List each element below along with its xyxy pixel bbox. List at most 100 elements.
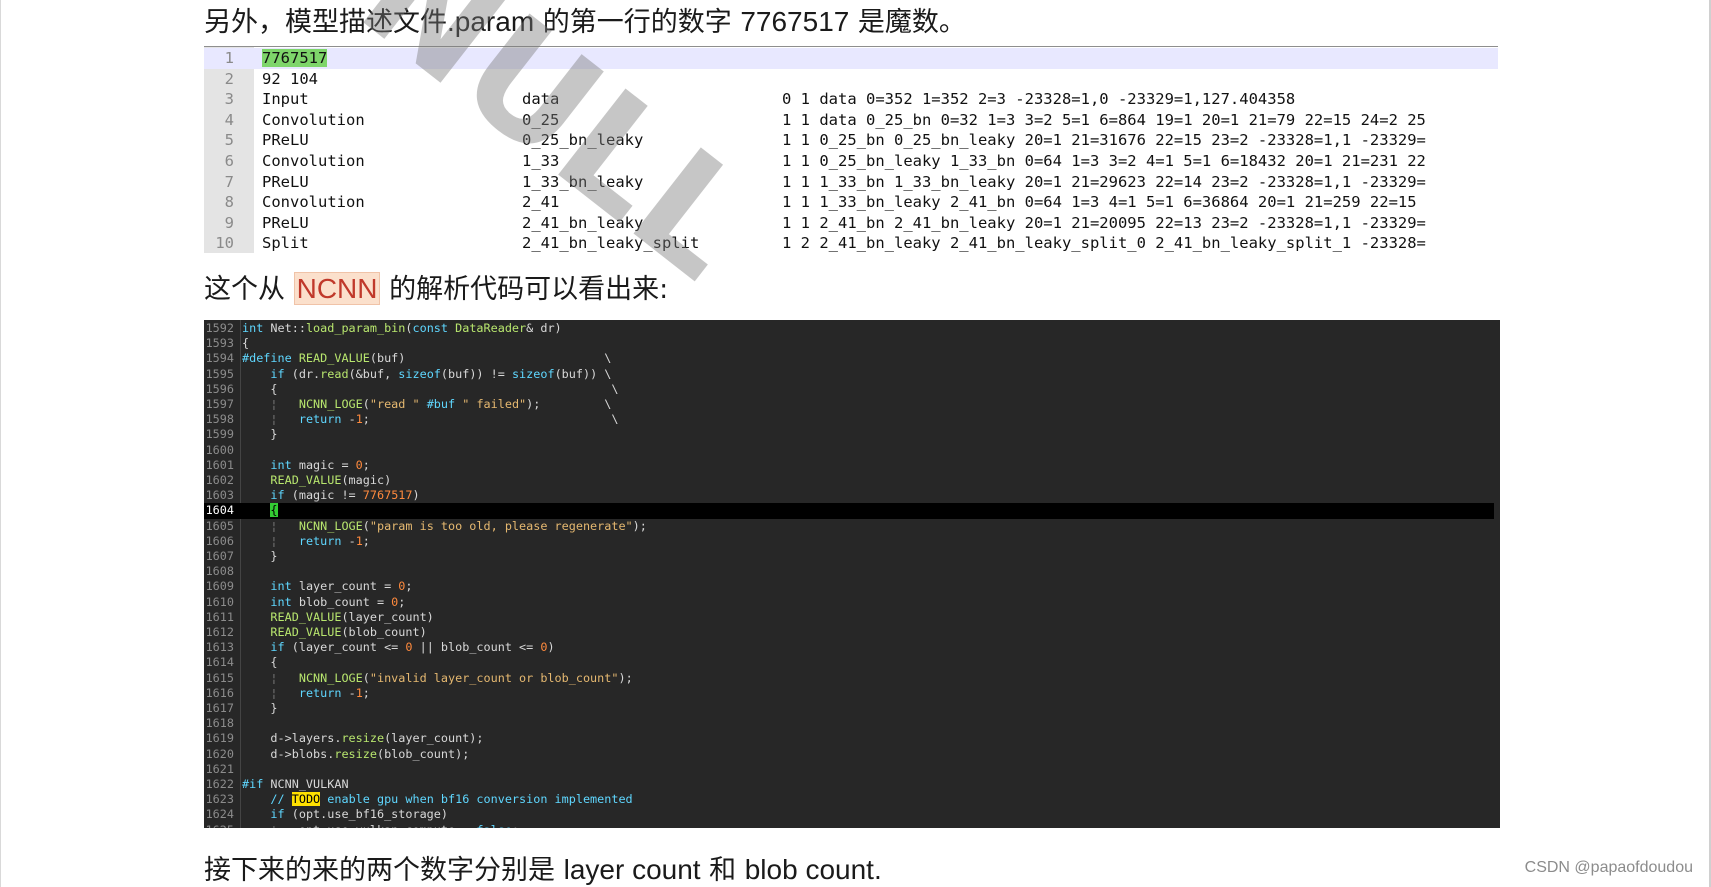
code-line-text: { \ xyxy=(242,381,619,396)
param-layer-name: 2_41_bn_leaky xyxy=(522,213,644,232)
code-line-text: ¦ NCNN_LOGE("invalid layer_count or blob… xyxy=(270,670,633,685)
csdn-credit: CSDN @papaofdoudou xyxy=(1524,859,1693,876)
code-line-text: d->blobs.resize(blob_count); xyxy=(242,746,470,761)
code-line-number: 1619 xyxy=(205,731,234,746)
param-line-number: 5 xyxy=(224,131,234,150)
code-line-number: 1624 xyxy=(205,807,234,822)
param-layer-spec: 1 2 2_41_bn_leaky 2_41_bn_leaky_split_0 … xyxy=(782,234,1426,253)
code-line-number: 1606 xyxy=(205,533,234,548)
code-line-number: 1608 xyxy=(205,564,234,579)
code-line-number: 1623 xyxy=(205,792,234,807)
code-line-text: int layer_count = 0; xyxy=(270,579,413,594)
param-layer-type: Convolution xyxy=(262,152,365,170)
code-line: 1622 #if NCNN_VULKAN xyxy=(204,777,1500,792)
code-line: 1601 int magic = 0; xyxy=(204,458,1500,473)
code-line-text: ¦ return -1; \ xyxy=(270,412,619,427)
code-line: 1602 READ_VALUE(magic) xyxy=(204,473,1500,488)
code-line: 1600 xyxy=(204,443,1500,458)
code-line-number: 1597 xyxy=(205,397,234,411)
code-line-number: 1625 xyxy=(204,823,234,828)
code-line-number: 1596 xyxy=(205,381,234,396)
param-row: 8 Convolution 2_41 1 1 1_33_bn_leaky 2_41_b… xyxy=(204,192,1498,213)
param-row: 4 Convolution 0_25 1 1 data 0_25_bn 0=32 1=… xyxy=(204,110,1498,131)
code-line: 1594 #define READ_VALUE(buf) \ xyxy=(204,351,1500,366)
param-line-number: 1 xyxy=(224,49,234,67)
para1-text-e: 是魔数。 xyxy=(849,7,966,38)
ncnn-highlight: NCNN xyxy=(293,272,381,305)
param-row: 6 Convolution 1_33 1 1 0_25_bn_leaky 1_33_b… xyxy=(204,151,1498,172)
paragraph-counts: 接下来的来的两个数字分别是 layer count 和 blob count. xyxy=(204,848,882,887)
param-file-view[interactable]: 1 7767517 2 92 104 3 Input data 0 1 data 0=352 … xyxy=(204,46,1498,253)
para3-text-c: 和 xyxy=(700,855,745,886)
code-line-text: if (opt.use_bf16_storage) xyxy=(270,807,448,822)
param-layer-name: 1_33 xyxy=(522,152,560,170)
code-line-text: if (layer_count <= 0 || blob_count <= 0) xyxy=(270,640,555,655)
code-line-number: 1611 xyxy=(205,609,234,624)
code-line: 1607 } xyxy=(204,549,1500,564)
param-layer-spec: 1 1 1_33_bn 1_33_bn_leaky 20=1 21=29623 … xyxy=(782,172,1426,191)
code-line-number: 1609 xyxy=(205,579,234,594)
param-line-number: 6 xyxy=(224,152,234,170)
param-layer-type: Convolution xyxy=(262,110,365,129)
param-layer-spec: 1 1 0_25_bn_leaky 1_33_bn 0=64 1=3 3=2 4… xyxy=(782,152,1426,170)
param-layer-spec: 1 1 1_33_bn_leaky 2_41_bn 0=64 1=3 4=1 5… xyxy=(782,193,1417,212)
code-line: 1597 ¦ NCNN_LOGE("read " #buf " failed")… xyxy=(204,397,1500,412)
code-line-number: 1617 xyxy=(205,701,234,715)
param-layer-name: data xyxy=(522,90,560,109)
code-line-number: 1605 xyxy=(205,518,234,533)
para3-text-a: 接下来的来的两个数字分别是 xyxy=(204,855,564,886)
code-line-text: ¦ NCNN_LOGE("read " #buf " failed"); \ xyxy=(270,397,612,411)
code-line-number: 1595 xyxy=(205,366,234,381)
param-row: 5 PReLU 0_25_bn_leaky 1 1 0_25_bn 0_25_bn_l… xyxy=(204,130,1498,151)
param-layer-name: 0_25_bn_leaky xyxy=(522,131,644,150)
para1-text-a: 另外，模型描述文件 xyxy=(204,7,447,38)
code-line-number: 1610 xyxy=(205,594,234,609)
param-line-number: 9 xyxy=(224,213,234,232)
param-layer-name: 0_25 xyxy=(522,110,560,129)
code-line: 1618 xyxy=(204,716,1500,731)
para1-text-b: .param xyxy=(447,6,535,37)
code-line: 1613 if (layer_count <= 0 || blob_count … xyxy=(204,640,1500,655)
code-line-text: { xyxy=(242,336,250,351)
code-line-number: 1604 xyxy=(205,503,234,518)
code-line-number: 1603 xyxy=(205,488,234,503)
code-line-number: 1612 xyxy=(205,625,234,639)
para3-blob-count: blob count. xyxy=(744,854,882,885)
code-editor-view[interactable]: 1592 int Net::load_param_bin(const DataRe… xyxy=(204,320,1500,828)
code-line: 1598 ¦ return -1; \ xyxy=(204,412,1500,427)
param-row: 1 7767517 xyxy=(204,48,1498,69)
para2-text-a: 这个从 xyxy=(204,274,294,305)
paragraph-magic-intro: 另外，模型描述文件.param 的第一行的数字 7767517 是魔数。 xyxy=(204,0,966,39)
code-line-text: } xyxy=(242,701,278,715)
code-line-text: { xyxy=(270,503,278,518)
code-line: 1616 ¦ return -1; xyxy=(204,686,1500,701)
code-line-text: int blob_count = 0; xyxy=(270,594,406,609)
code-line-number: 1614 xyxy=(205,655,234,670)
code-line: 1615 ¦ NCNN_LOGE("invalid layer_count or… xyxy=(204,671,1500,686)
param-layer-spec: 1 1 0_25_bn 0_25_bn_leaky 20=1 21=31676 … xyxy=(782,131,1426,150)
param-line-number: 10 xyxy=(215,234,234,253)
code-line: 1624 if (opt.use_bf16_storage) xyxy=(204,807,1500,822)
code-line: 1592 int Net::load_param_bin(const DataRe… xyxy=(204,321,1500,336)
code-line: 1614 { xyxy=(204,655,1500,670)
code-line-number: 1602 xyxy=(205,473,234,487)
code-line: 1612 READ_VALUE(blob_count) xyxy=(204,625,1500,640)
param-layer-name: 2_41_bn_leaky_split xyxy=(522,234,700,253)
para2-text-b: 的解析代码可以看出来: xyxy=(380,274,669,305)
param-row: 2 92 104 xyxy=(204,69,1498,90)
code-line-text: ¦ opt.use_vulkan_compute = false; xyxy=(242,823,519,828)
code-line-number: 1618 xyxy=(205,716,234,731)
param-layer-name: 1_33_bn_leaky xyxy=(522,172,644,191)
code-line: 1605 ¦ NCNN_LOGE("param is too old, plea… xyxy=(204,519,1500,534)
param-layer-type: PReLU xyxy=(262,172,309,191)
param-row: 7 PReLU 1_33_bn_leaky 1 1 1_33_bn 1_33_bn_l… xyxy=(204,172,1498,193)
param-row: 9 PReLU 2_41_bn_leaky 1 1 2_41_bn 2_41_bn_l… xyxy=(204,213,1498,234)
param-layer-spec: 1 1 2_41_bn 2_41_bn_leaky 20=1 21=20095 … xyxy=(782,213,1426,232)
code-line: 1606 ¦ return -1; xyxy=(204,534,1500,549)
code-line-text: } xyxy=(242,549,278,563)
code-line-number: 1592 xyxy=(205,321,234,335)
code-line-number: 1599 xyxy=(205,427,234,442)
code-line: 1595 if (dr.read(&buf, sizeof(buf)) != s… xyxy=(204,367,1500,382)
code-line-number: 1600 xyxy=(205,442,234,457)
code-line: 1617 } xyxy=(204,701,1500,716)
